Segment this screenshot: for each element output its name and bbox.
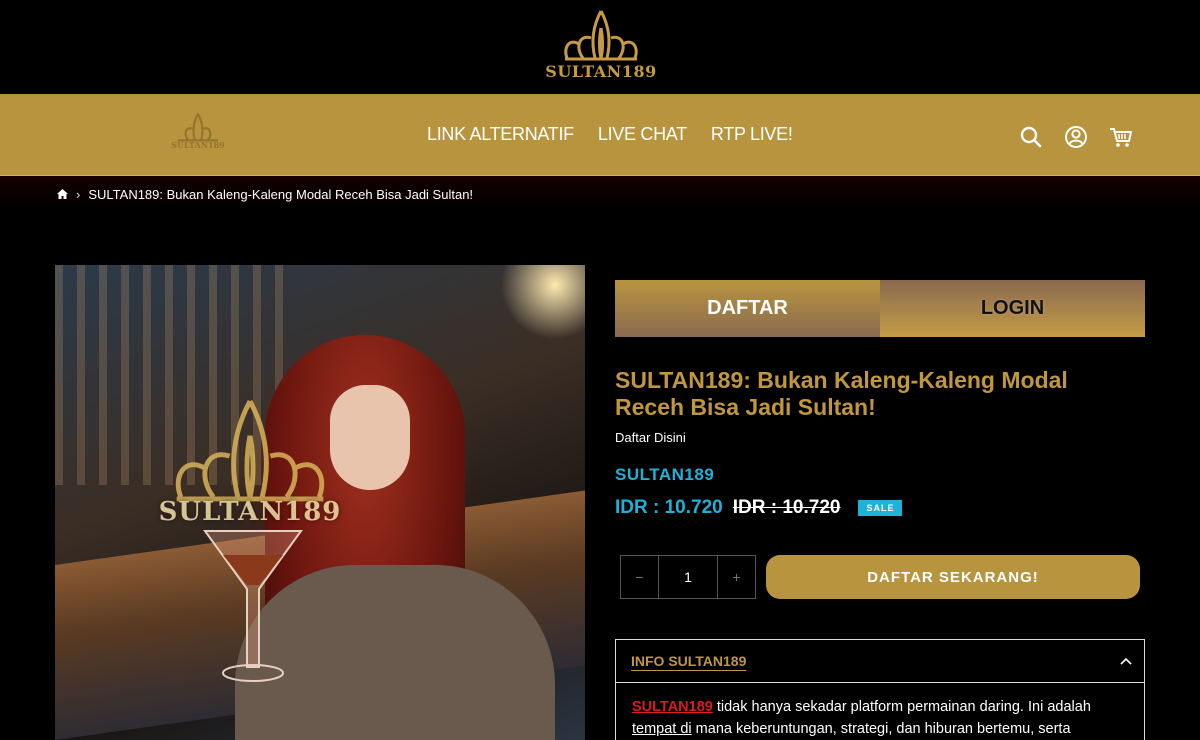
accordion-header[interactable]: INFO SULTAN189 bbox=[616, 640, 1144, 683]
top-header: SULTAN189 bbox=[0, 0, 1200, 94]
nav-link-rtp-live[interactable]: RTP LIVE! bbox=[711, 124, 793, 145]
crown-logo-icon bbox=[564, 10, 638, 61]
crown-logo-icon bbox=[175, 399, 325, 502]
breadcrumb-separator: › bbox=[76, 186, 81, 202]
product-subtitle: Daftar Disini bbox=[615, 430, 686, 445]
nav-link-live-chat[interactable]: LIVE CHAT bbox=[598, 124, 687, 145]
crown-logo-icon bbox=[178, 113, 218, 142]
info-text-line1: tidak hanya sekadar platform permainan d… bbox=[712, 699, 1091, 715]
compare-price: IDR : 10.720 bbox=[732, 497, 841, 518]
product-title: SULTAN189: Bukan Kaleng-Kaleng Modal Rec… bbox=[615, 367, 1068, 420]
image-watermark: SULTAN189 bbox=[150, 395, 350, 535]
tab-daftar[interactable]: DAFTAR bbox=[615, 280, 880, 337]
nav-link-alternatif[interactable]: LINK ALTERNATIF bbox=[427, 124, 574, 145]
tab-login[interactable]: LOGIN bbox=[880, 280, 1145, 337]
search-icon[interactable] bbox=[1018, 124, 1044, 150]
info-accordion: INFO SULTAN189 SULTAN189 tidak hanya sek… bbox=[615, 639, 1145, 740]
quantity-stepper: − + bbox=[620, 555, 756, 599]
nav-logo[interactable]: SULTAN189 bbox=[165, 112, 231, 156]
product-vendor[interactable]: SULTAN189 bbox=[615, 465, 714, 485]
nav-logo-text: SULTAN189 bbox=[171, 140, 225, 150]
logo-text: SULTAN189 bbox=[545, 62, 657, 81]
product-image[interactable]: SULTAN189 bbox=[55, 265, 585, 740]
site-logo[interactable]: SULTAN189 bbox=[545, 8, 657, 84]
nav-links: LINK ALTERNATIF LIVE CHAT RTP LIVE! bbox=[427, 124, 793, 145]
sale-price: IDR : 10.720 bbox=[615, 497, 723, 518]
quantity-plus-button[interactable]: + bbox=[718, 556, 755, 598]
chevron-up-icon bbox=[1120, 652, 1132, 670]
accordion-body: SULTAN189 tidak hanya sekadar platform p… bbox=[616, 683, 1144, 740]
daftar-sekarang-button[interactable]: DAFTAR SEKARANG! bbox=[766, 555, 1140, 599]
breadcrumb: › SULTAN189: Bukan Kaleng-Kaleng Modal R… bbox=[0, 176, 1200, 212]
quantity-input[interactable] bbox=[658, 556, 718, 598]
account-icon[interactable] bbox=[1063, 124, 1089, 150]
watermark-text: SULTAN189 bbox=[158, 497, 342, 527]
info-text-line2: mana keberuntungan, strategi, dan hibura… bbox=[691, 721, 1071, 737]
info-text-underlined: tempat di bbox=[632, 721, 692, 737]
cocktail-glass-icon bbox=[203, 530, 303, 682]
price-row: IDR : 10.720 IDR : 10.720 SALE bbox=[615, 497, 903, 519]
auth-tabs: DAFTAR LOGIN bbox=[615, 280, 1145, 337]
home-icon[interactable] bbox=[57, 187, 68, 202]
quantity-minus-button[interactable]: − bbox=[621, 556, 658, 598]
sale-badge: SALE bbox=[858, 500, 903, 516]
breadcrumb-current: SULTAN189: Bukan Kaleng-Kaleng Modal Rec… bbox=[88, 186, 474, 202]
info-brand-link[interactable]: SULTAN189 bbox=[632, 699, 713, 715]
accordion-title: INFO SULTAN189 bbox=[631, 653, 747, 669]
main-nav: SULTAN189 LINK ALTERNATIF LIVE CHAT RTP … bbox=[0, 94, 1200, 176]
cart-icon[interactable] bbox=[1108, 124, 1134, 150]
